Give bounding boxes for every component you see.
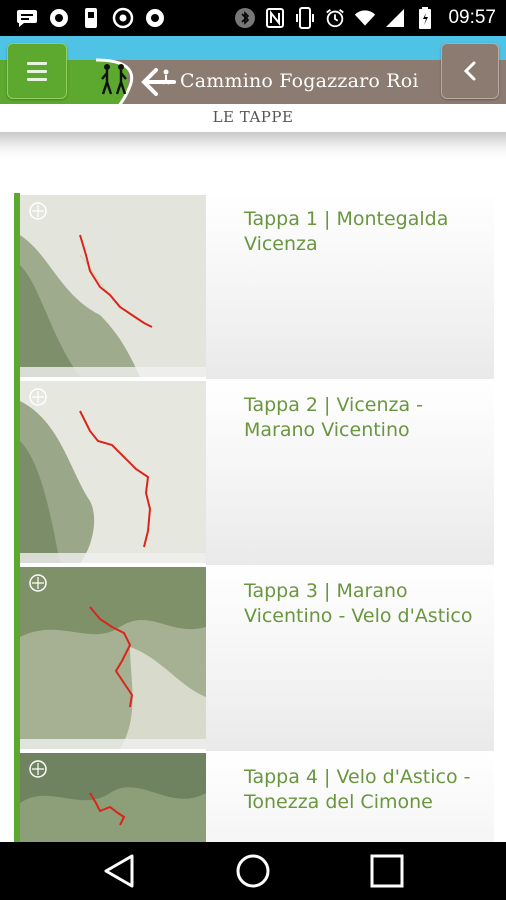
nfc-icon xyxy=(264,7,286,29)
usb-icon xyxy=(80,7,102,29)
stage-info: Tappa 1 | Montegalda Vicenza xyxy=(206,193,494,379)
stage-title: Tappa 4 | Velo d'Astico - Tonezza del Ci… xyxy=(244,766,471,813)
back-button[interactable] xyxy=(441,43,499,99)
hamburger-icon xyxy=(27,61,47,65)
battery-icon xyxy=(414,7,436,29)
app-icon xyxy=(144,7,166,29)
back-triangle-icon xyxy=(104,854,134,888)
stage-title: Tappa 2 | Vicenza - Marano Vicentino xyxy=(244,394,424,441)
signal-icon xyxy=(384,7,406,29)
stage-map-thumbnail xyxy=(20,381,206,563)
app-icon xyxy=(48,7,70,29)
chevron-left-icon xyxy=(463,61,476,81)
menu-button[interactable] xyxy=(7,43,67,99)
stage-title: Tappa 3 | Marano Vicentino - Velo d'Asti… xyxy=(244,580,473,627)
stage-map-thumbnail xyxy=(20,195,206,377)
header-shadow xyxy=(0,132,506,158)
stage-item-1[interactable]: Tappa 1 | Montegalda Vicenza xyxy=(14,193,494,379)
hikers-icon xyxy=(101,64,127,95)
system-nav-bar xyxy=(0,842,506,900)
stage-item-2[interactable]: Tappa 2 | Vicenza - Marano Vicentino xyxy=(14,379,494,565)
nav-back-button[interactable] xyxy=(94,851,144,891)
section-header: LE TAPPE xyxy=(0,104,506,132)
stage-item-3[interactable]: Tappa 3 | Marano Vicentino - Velo d'Asti… xyxy=(14,565,494,751)
wifi-icon xyxy=(354,7,376,29)
stage-info: Tappa 3 | Marano Vicentino - Velo d'Asti… xyxy=(206,565,494,751)
app-title: Cammino Fogazzaro Roi xyxy=(180,70,419,92)
arrow-hiker-logo-icon xyxy=(141,68,176,96)
chrome-icon xyxy=(112,7,134,29)
recents-square-icon xyxy=(370,854,404,888)
stage-info: Tappa 2 | Vicenza - Marano Vicentino xyxy=(206,379,494,565)
status-bar: 09:57 xyxy=(0,0,506,36)
message-icon xyxy=(16,7,38,29)
stage-map-thumbnail xyxy=(20,567,206,749)
nav-recents-button[interactable] xyxy=(362,851,412,891)
home-circle-icon xyxy=(236,854,270,888)
clock: 09:57 xyxy=(448,7,496,28)
page-title: LE TAPPE xyxy=(212,108,294,126)
bluetooth-icon xyxy=(234,7,256,29)
app-screen: 09:57 Cammino Fogazzaro Roi LE TAPPE Tap… xyxy=(0,0,506,900)
alarm-icon xyxy=(324,7,346,29)
stages-list: Tappa 1 | Montegalda Vicenza Tappa 2 | V… xyxy=(14,193,494,900)
app-header: Cammino Fogazzaro Roi xyxy=(0,36,506,104)
nav-home-button[interactable] xyxy=(228,851,278,891)
vibrate-icon xyxy=(294,7,316,29)
stage-title: Tappa 1 | Montegalda Vicenza xyxy=(244,208,449,255)
